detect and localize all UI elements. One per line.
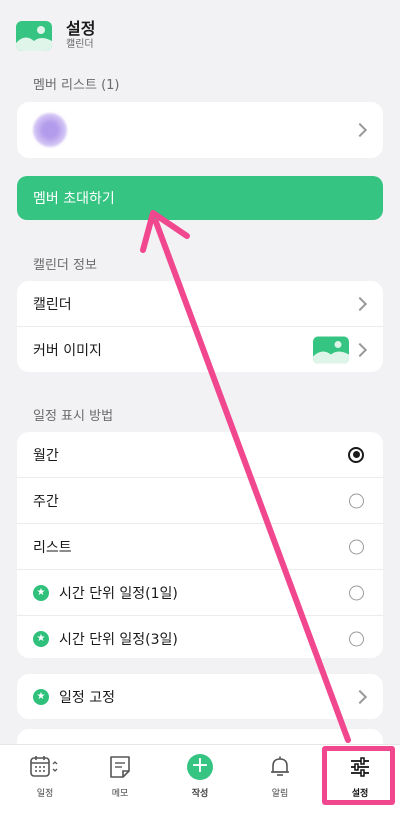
tab-label: 일정 (36, 789, 54, 799)
calendar-icon (30, 754, 60, 780)
radio-icon[interactable] (349, 539, 364, 554)
memo-icon (109, 754, 131, 780)
tab-memo[interactable]: 메모 (80, 745, 160, 814)
option-label: 시간 단위 일정(1일) (59, 585, 178, 602)
option-label: 시간 단위 일정(3일) (59, 631, 178, 648)
cover-image-row[interactable]: 커버 이미지 (17, 326, 383, 372)
display-method-label: 일정 표시 방법 (33, 409, 114, 424)
option-label: 리스트 (33, 539, 72, 556)
invite-member-label: 멤버 초대하기 (33, 191, 115, 207)
option-monthly[interactable]: 월간 (17, 432, 383, 477)
tab-compose[interactable]: + 작성 (160, 745, 240, 814)
invite-member-button[interactable]: 멤버 초대하기 (17, 176, 383, 220)
pin-schedule-row[interactable]: ★ 일정 고정 (17, 674, 383, 719)
premium-star-icon: ★ (33, 630, 49, 647)
pin-schedule-card[interactable]: ★ 일정 고정 (17, 674, 383, 719)
member-list-label: 멤버 리스트 (1) (33, 78, 120, 93)
tab-schedule[interactable]: 일정 (5, 745, 85, 814)
tab-label: 작성 (191, 789, 209, 799)
calendar-info-label: 캘린더 정보 (33, 258, 97, 273)
avatar (33, 113, 67, 147)
chevron-right-icon (352, 689, 368, 704)
radio-selected-icon[interactable] (348, 446, 364, 463)
calendar-info-card: 캘린더 커버 이미지 (17, 281, 383, 372)
premium-star-icon: ★ (33, 688, 49, 705)
chevron-right-icon (352, 122, 368, 138)
cover-image-thumbnail (313, 336, 349, 363)
option-weekly[interactable]: 주간 (17, 477, 383, 523)
page-title: 설정 (66, 19, 96, 38)
tab-label: 알림 (271, 789, 289, 799)
tab-label: 메모 (111, 789, 129, 799)
display-method-card: 월간 주간 리스트 ★ 시간 단위 일정(1일) ★ 시간 단위 일정(3일) (17, 432, 383, 658)
member-card[interactable] (17, 102, 383, 158)
option-hourly-3day[interactable]: ★ 시간 단위 일정(3일) (17, 615, 383, 661)
radio-icon[interactable] (349, 585, 364, 600)
chevron-right-icon (352, 296, 368, 311)
tab-notifications[interactable]: 알림 (240, 745, 320, 814)
radio-icon[interactable] (349, 631, 364, 646)
calendar-cover-icon (16, 21, 52, 51)
option-hourly-1day[interactable]: ★ 시간 단위 일정(1일) (17, 569, 383, 615)
radio-icon[interactable] (349, 493, 364, 508)
option-label: 월간 (33, 447, 59, 464)
member-row[interactable] (17, 102, 383, 158)
calendar-row[interactable]: 캘린더 (17, 281, 383, 326)
page-subtitle: 캘린더 (66, 39, 94, 50)
pin-schedule-label: 일정 고정 (59, 689, 115, 706)
add-icon: + (187, 754, 213, 780)
app-header: 설정 캘린더 (16, 18, 95, 54)
calendar-row-label: 캘린더 (33, 296, 72, 313)
premium-star-icon: ★ (33, 584, 49, 601)
option-label: 주간 (33, 493, 59, 510)
settings-highlight-box (322, 746, 395, 805)
chevron-right-icon (352, 342, 368, 357)
cover-image-label: 커버 이미지 (33, 342, 102, 359)
bell-icon (269, 754, 291, 780)
option-list[interactable]: 리스트 (17, 523, 383, 569)
